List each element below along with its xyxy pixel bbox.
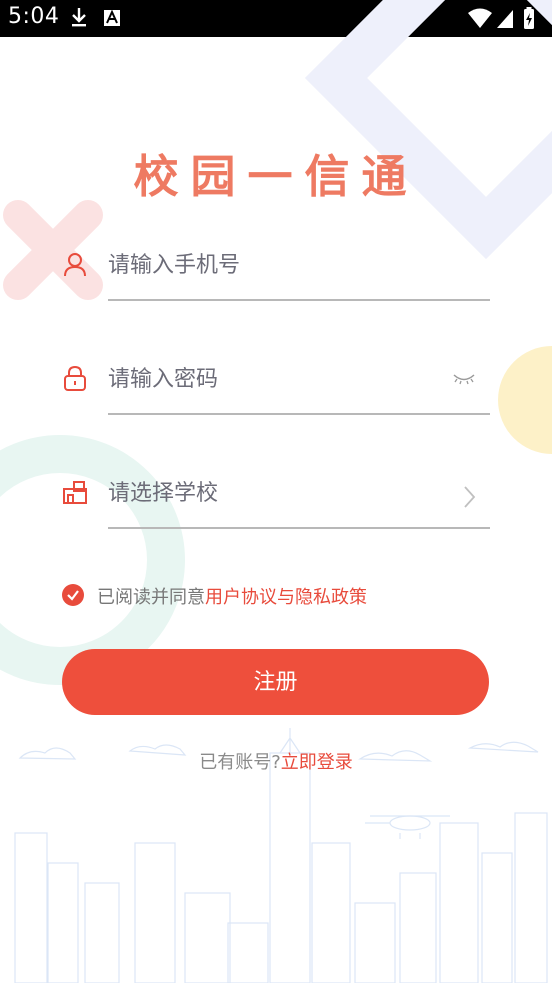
school-select[interactable] [108,473,438,513]
app-title: 校园一信通 [133,150,419,203]
agreement-text: 已阅读并同意用户协议与隐私政策 [97,583,367,609]
check-icon [67,590,79,601]
school-underline [108,527,490,529]
user-icon [64,253,86,277]
login-row: 已有账号?立即登录 [0,748,552,774]
eye-closed-icon [453,374,475,385]
phone-field [62,235,490,305]
login-link[interactable]: 立即登录 [281,752,353,773]
login-prefix: 已有账号? [199,752,281,773]
phone-input[interactable] [108,245,438,285]
toggle-password-visibility[interactable] [452,371,476,390]
chevron-right-icon [464,486,476,508]
school-chevron [462,485,476,513]
agreement-checkbox[interactable] [62,584,84,606]
agreement-link[interactable]: 用户协议与隐私政策 [205,587,367,608]
password-input[interactable] [108,359,438,399]
agreement-prefix: 已阅读并同意 [97,587,205,608]
school-icon [63,481,87,504]
password-field [62,349,490,419]
phone-underline [108,299,490,301]
school-field[interactable] [62,463,490,533]
password-underline [108,413,490,415]
lock-icon [64,365,86,391]
register-button[interactable]: 注册 [62,649,489,715]
